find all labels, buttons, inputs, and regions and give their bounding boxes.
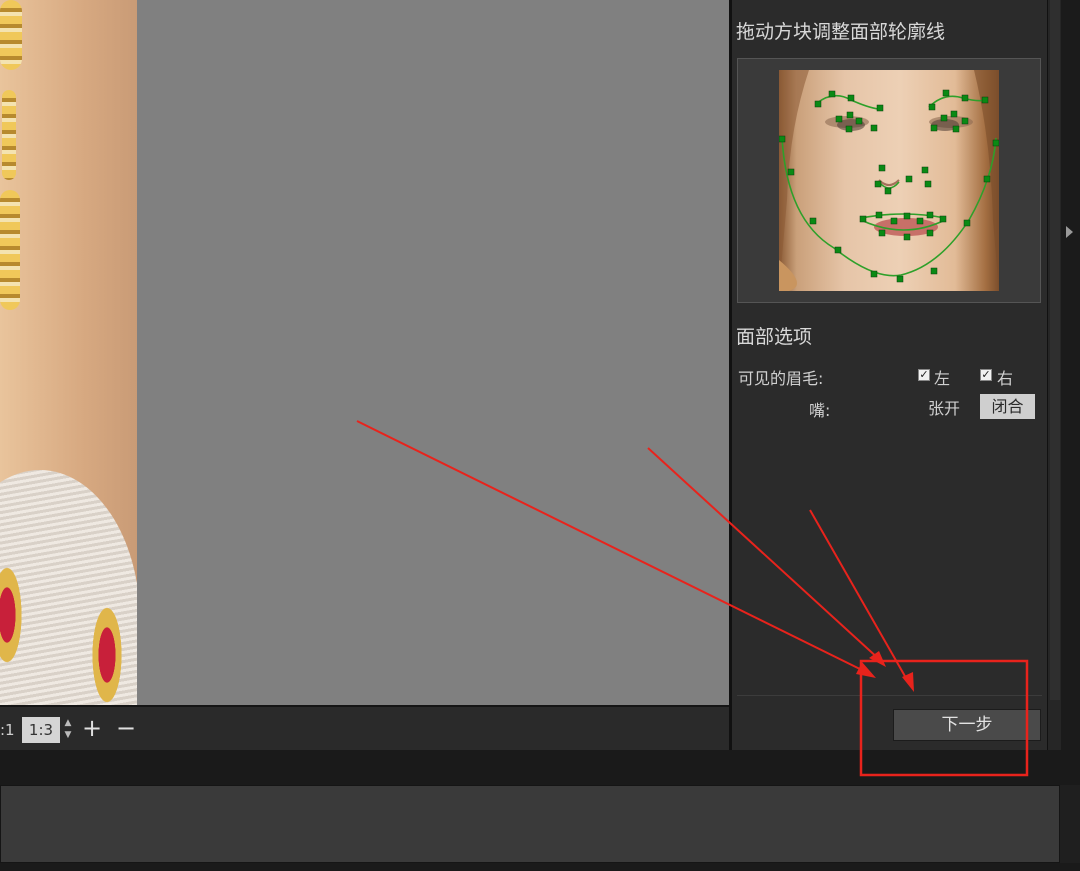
eyebrow-right-label[interactable]: 右: [997, 365, 1013, 389]
mouth-closed-button[interactable]: 闭合: [980, 394, 1035, 419]
scrollbar-thumb[interactable]: [1050, 0, 1060, 700]
filmstrip-area[interactable]: [0, 785, 1060, 863]
eyebrow-right-checkbox[interactable]: ✓: [980, 369, 992, 381]
image-canvas[interactable]: [137, 0, 729, 705]
face-options-title: 面部选项: [736, 326, 813, 348]
photo-embroidery: [90, 600, 124, 705]
mouth-label: 嘴:: [809, 401, 831, 420]
zoom-out-button[interactable]: −: [116, 715, 136, 741]
face-landmark-overlay: [779, 70, 999, 291]
photo-jewelry: [0, 190, 20, 310]
photo-preview-left: [0, 0, 137, 705]
footer-strip: [0, 863, 1080, 871]
zoom-spinner[interactable]: ▲ ▼: [62, 717, 74, 743]
panel-title: 拖动方块调整面部轮廓线: [736, 21, 946, 43]
spin-up-icon[interactable]: ▲: [62, 717, 74, 729]
lower-band: [0, 750, 1080, 785]
right-collapse-strip[interactable]: [1061, 0, 1080, 750]
photo-jewelry: [0, 0, 22, 70]
eyebrow-left-label[interactable]: 左: [934, 365, 950, 389]
zoom-in-button[interactable]: +: [82, 715, 102, 741]
eyebrows-label: 可见的眉毛:: [738, 369, 824, 388]
zoom-value-field[interactable]: 1:3: [22, 717, 60, 743]
spin-down-icon[interactable]: ▼: [62, 729, 74, 741]
face-landmark-preview[interactable]: [779, 70, 999, 291]
next-step-button[interactable]: 下一步: [893, 709, 1041, 741]
expand-arrow-icon[interactable]: [1066, 226, 1073, 238]
photo-jewelry: [2, 90, 16, 180]
mouth-open-button[interactable]: 张开: [928, 395, 960, 419]
panel-separator: [737, 695, 1042, 696]
panel-scrollbar[interactable]: [1047, 0, 1062, 750]
zoom-prev-label[interactable]: :1: [0, 721, 15, 739]
zoom-toolbar: :1 1:3 ▲ ▼ + −: [0, 705, 729, 752]
eyebrow-left-checkbox[interactable]: ✓: [918, 369, 930, 381]
